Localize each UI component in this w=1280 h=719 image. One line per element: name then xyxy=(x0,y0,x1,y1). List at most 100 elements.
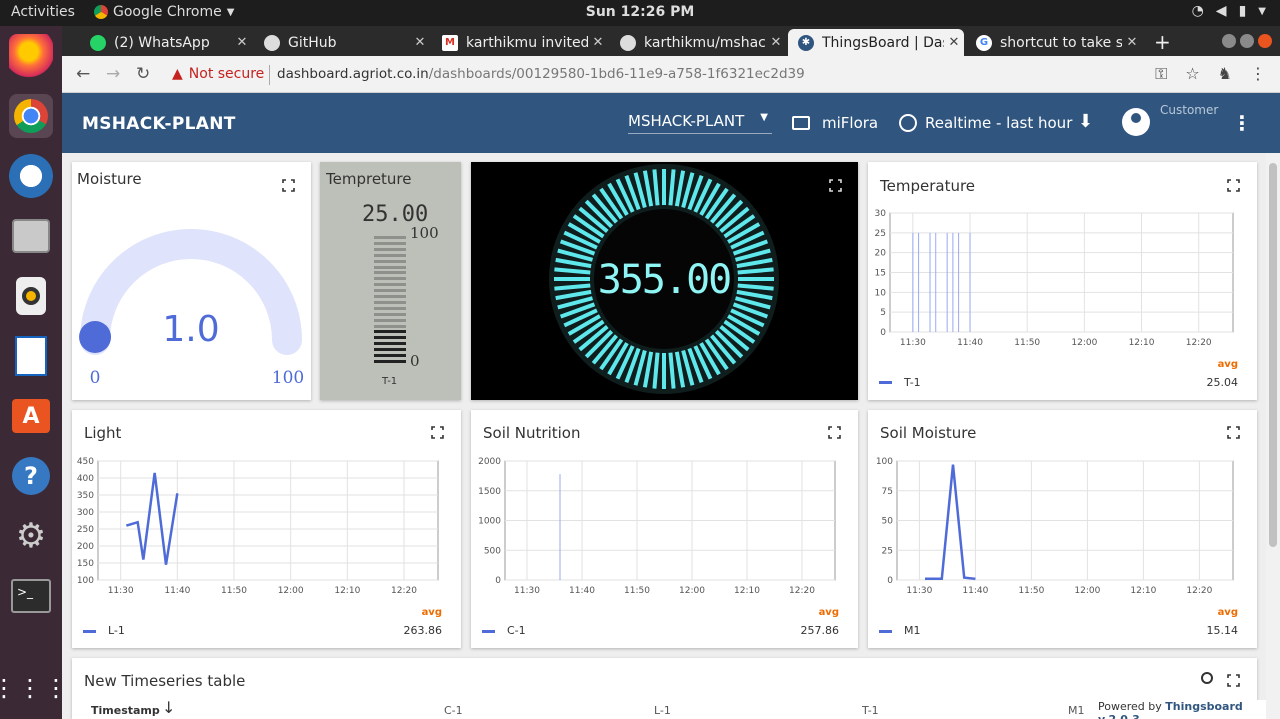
legend-label[interactable]: C-1 xyxy=(507,624,526,637)
rhythmbox-icon[interactable] xyxy=(9,274,53,318)
firefox-icon[interactable] xyxy=(9,34,53,78)
tab-thingsboard[interactable]: ✱ ThingsBoard | Das ✕ xyxy=(788,29,964,56)
close-icon[interactable]: ✕ xyxy=(1122,35,1142,50)
x-tick-label: 11:40 xyxy=(962,586,988,596)
y-tick-label: 250 xyxy=(77,525,94,535)
soil-moisture-chart-widget: Soil Moisture 0 25 50 75 100 11:30 11:40 11:50 1… xyxy=(868,410,1257,648)
bar-min: 0 xyxy=(410,352,420,370)
writer-icon[interactable] xyxy=(9,334,53,378)
clock-icon xyxy=(899,114,917,132)
x-tick-label: 12:00 xyxy=(278,586,304,596)
column-c1[interactable]: C-1 xyxy=(444,704,463,717)
tab-label: GitHub xyxy=(288,34,337,51)
close-icon[interactable]: ✕ xyxy=(588,35,608,50)
legend-swatch[interactable] xyxy=(482,630,495,633)
y-tick-label: 200 xyxy=(77,542,94,552)
chrome-launcher-icon[interactable] xyxy=(9,94,53,138)
tab-label: karthikmu/mshack xyxy=(644,34,766,51)
search-icon[interactable] xyxy=(1201,672,1213,684)
tempreture-widget: Tempreture 25.00 100 0 T-1 xyxy=(320,162,461,400)
level-tick xyxy=(374,271,406,275)
column-t1[interactable]: T-1 xyxy=(862,704,879,717)
moisture-widget: Moisture 1.0 0 100 xyxy=(72,162,311,400)
battery-icon: ▮ xyxy=(1238,3,1247,19)
y-tick-label: 400 xyxy=(77,474,94,484)
clock[interactable]: Sun 12:26 PM xyxy=(0,4,1280,20)
legend-label[interactable]: M1 xyxy=(904,624,921,637)
y-tick-label: 2000 xyxy=(478,457,501,467)
x-tick-label: 11:30 xyxy=(514,586,540,596)
entity-label: miFlora xyxy=(822,114,879,132)
software-center-icon[interactable]: A xyxy=(9,394,53,438)
scrollbar-thumb[interactable] xyxy=(1269,163,1277,547)
level-tick xyxy=(374,300,406,304)
app-grid-icon[interactable]: ⋮⋮⋮ xyxy=(0,666,68,710)
close-icon[interactable]: ✕ xyxy=(232,35,252,50)
dashboard-header: MSHACK-PLANT MSHACK-PLANT ▼ miFlora Realt… xyxy=(62,93,1280,153)
close-icon[interactable]: ✕ xyxy=(944,35,964,50)
tab-google[interactable]: G shortcut to take s ✕ xyxy=(966,29,1142,56)
level-tick xyxy=(374,324,406,328)
reload-icon[interactable]: ↻ xyxy=(136,64,150,84)
tab-github[interactable]: GitHub ✕ xyxy=(254,29,430,56)
y-tick-label: 1500 xyxy=(478,487,501,497)
wifi-icon: ◔ xyxy=(1191,3,1204,19)
avatar[interactable] xyxy=(1122,108,1150,136)
tab-github-repo[interactable]: karthikmu/mshack ✕ xyxy=(610,29,786,56)
star-icon[interactable]: ☆ xyxy=(1185,64,1199,84)
system-tray[interactable]: ◔ ◀ ▮ ▼ xyxy=(1192,3,1266,19)
timewindow-button[interactable]: Realtime - last hour xyxy=(899,114,1072,132)
more-vert-icon[interactable]: ⋮ xyxy=(1232,111,1252,135)
terminal-icon[interactable]: >_ xyxy=(9,574,53,618)
extension-icon[interactable]: ♞ xyxy=(1218,64,1232,84)
url-input[interactable]: dashboard.agriot.co.in/dashboards/001295… xyxy=(277,66,805,82)
maximize-icon[interactable] xyxy=(1240,34,1254,48)
scrollbar[interactable] xyxy=(1266,153,1280,719)
y-tick-label: 15 xyxy=(875,269,886,279)
x-tick-label: 11:40 xyxy=(569,586,595,596)
back-icon[interactable]: ← xyxy=(76,64,90,84)
close-icon[interactable]: ✕ xyxy=(410,35,430,50)
dock: A ? ⚙ >_ ⋮⋮⋮ xyxy=(0,26,68,719)
legend-label[interactable]: L-1 xyxy=(108,624,125,637)
tab-whatsapp[interactable]: (2) WhatsApp ✕ xyxy=(80,29,252,56)
x-tick-label: 12:10 xyxy=(1130,586,1156,596)
forward-icon[interactable]: → xyxy=(106,64,120,84)
level-tick xyxy=(374,277,406,281)
column-l1[interactable]: L-1 xyxy=(654,704,671,717)
help-icon[interactable]: ? xyxy=(9,454,53,498)
legend-swatch[interactable] xyxy=(879,630,892,633)
entity-alias-button[interactable]: miFlora xyxy=(792,114,878,132)
fullscreen-icon[interactable] xyxy=(1227,674,1240,687)
menu-icon[interactable]: ⋮ xyxy=(1250,64,1266,84)
soil-moisture-chart: 0 25 50 75 100 11:30 11:40 11:50 12:00 12:10 12:20 xyxy=(876,457,1234,596)
sort-arrow-icon[interactable]: ↓ xyxy=(162,698,175,717)
tab-label: karthikmu invited xyxy=(466,34,588,51)
system-top-bar: Activities Google Chrome ▼ Sun 12:26 PM … xyxy=(0,0,1280,26)
new-tab-button[interactable]: + xyxy=(1154,30,1171,54)
legend-label[interactable]: T-1 xyxy=(904,376,921,389)
column-timestamp[interactable]: Timestamp xyxy=(91,704,160,717)
level-tick xyxy=(374,318,406,322)
key-icon[interactable]: ⚿ xyxy=(1155,64,1167,84)
thunderbird-icon[interactable] xyxy=(9,154,53,198)
security-chip[interactable]: ▲ Not secure xyxy=(172,66,264,82)
settings-icon[interactable]: ⚙ xyxy=(9,514,53,558)
close-icon[interactable]: ✕ xyxy=(766,35,786,50)
temperature-chart: 0 5 10 15 20 25 30 11:30 11:40 11:50 12:00 12:10 12:… xyxy=(875,209,1234,348)
level-tick xyxy=(374,241,406,245)
dashboard-select[interactable]: MSHACK-PLANT ▼ xyxy=(628,112,772,134)
x-tick-label: 12:20 xyxy=(1186,586,1212,596)
download-icon[interactable]: ⬇ xyxy=(1078,111,1093,132)
avg-value: 257.86 xyxy=(800,624,840,637)
legend-swatch[interactable] xyxy=(879,381,892,384)
legend-swatch[interactable] xyxy=(83,630,96,633)
level-tick xyxy=(374,289,406,293)
y-tick-label: 350 xyxy=(77,491,94,501)
minimize-icon[interactable] xyxy=(1222,34,1236,48)
tab-gmail[interactable]: M karthikmu invited ✕ xyxy=(432,29,608,56)
close-window-icon[interactable] xyxy=(1258,34,1272,48)
files-icon[interactable] xyxy=(9,214,53,258)
column-m1[interactable]: M1 xyxy=(1068,704,1085,717)
devices-icon xyxy=(792,116,810,130)
